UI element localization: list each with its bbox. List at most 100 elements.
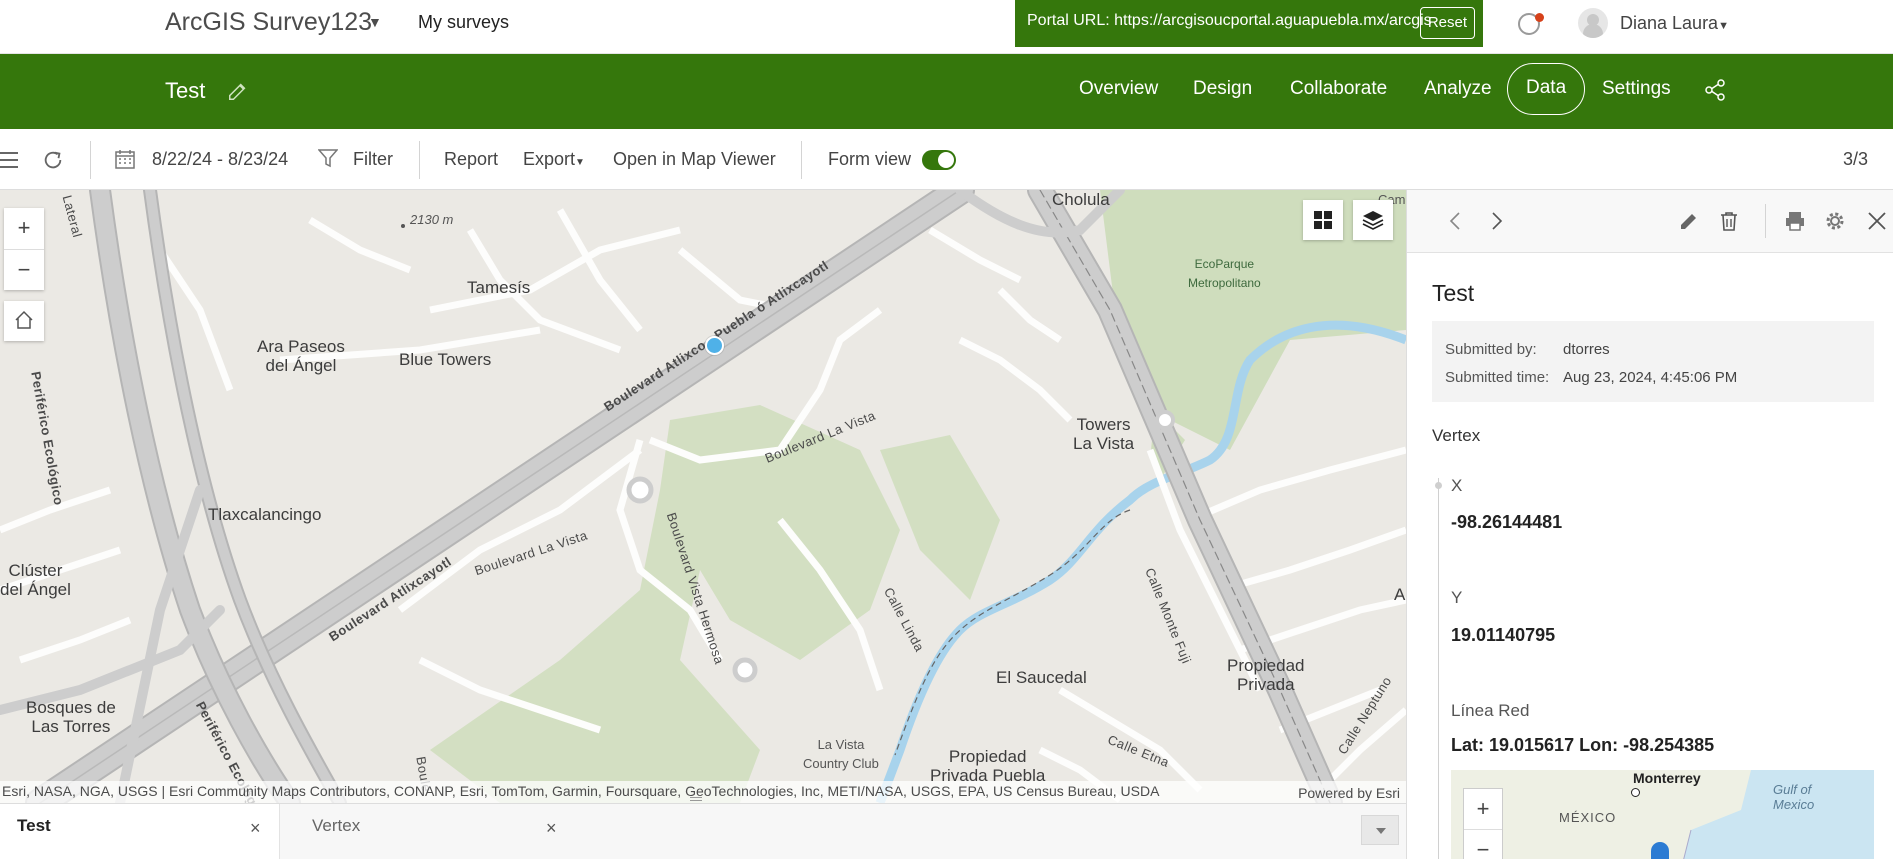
powered-by-esri[interactable]: Powered by Esri xyxy=(1298,785,1400,801)
open-map-viewer-button[interactable]: Open in Map Viewer xyxy=(613,149,776,170)
calendar-icon[interactable] xyxy=(115,149,135,169)
survey-point-marker[interactable] xyxy=(705,336,724,355)
export-caret-icon: ▼ xyxy=(575,157,585,168)
close-icon[interactable] xyxy=(1866,210,1888,232)
submitted-by-row: Submitted by: dtorres xyxy=(1445,341,1610,358)
map-label-propiedad-privada-puebla: Propiedad Privada Puebla xyxy=(930,747,1046,785)
filter-icon[interactable] xyxy=(318,148,338,168)
portal-url-text: Portal URL: https://arcgisoucportal.agua… xyxy=(1027,12,1432,29)
map-label-ara-paseos: Ara Paseos del Ángel xyxy=(257,337,345,375)
toolbar-divider xyxy=(419,141,420,179)
layer-tabs-bar: Test × Vertex × xyxy=(0,803,1406,859)
map-label-propiedad-privada: Propiedad Privada xyxy=(1227,656,1305,694)
toolbar-divider xyxy=(90,141,91,179)
tab-settings[interactable]: Settings xyxy=(1602,78,1671,100)
minimap-label-mexico: MÉXICO xyxy=(1559,810,1617,825)
submitted-time-row: Submitted time: Aug 23, 2024, 4:45:06 PM xyxy=(1445,369,1737,386)
filter-button[interactable]: Filter xyxy=(353,149,393,170)
gear-icon[interactable] xyxy=(1824,210,1846,232)
park-area xyxy=(880,435,1000,600)
field-linea-red-label: Línea Red xyxy=(1451,701,1530,720)
map-view[interactable]: Cholula 2130 m Tamesís Ara Paseos del Án… xyxy=(0,190,1406,803)
close-tab-vertex-icon[interactable]: × xyxy=(546,818,557,839)
tabs-menu-button[interactable] xyxy=(1361,815,1399,845)
menu-icon[interactable] xyxy=(0,151,20,169)
section-tree-dot xyxy=(1435,482,1442,489)
record-title: Test xyxy=(1432,280,1475,306)
map-label-tlaxcalancingo: Tlaxcalancingo xyxy=(208,505,322,524)
survey-header: Test Overview Design Collaborate Analyze… xyxy=(0,54,1893,129)
previous-record-icon[interactable] xyxy=(1445,210,1467,232)
tab-data[interactable]: Data xyxy=(1507,63,1586,115)
map-attribution: Esri, NASA, NGA, USGS | Esri Community M… xyxy=(0,781,1406,803)
my-surveys-link[interactable]: My surveys xyxy=(418,12,509,33)
record-panel-header xyxy=(1407,190,1893,253)
user-menu[interactable]: Diana Laura▼ xyxy=(1620,13,1729,34)
minimap-label-gulf: Gulf of Mexico xyxy=(1773,782,1815,812)
field-x-label: X xyxy=(1451,476,1463,495)
portal-url-banner: Portal URL: https://arcgisoucportal.agua… xyxy=(1015,0,1483,47)
map-zoom-control: + − xyxy=(4,208,44,290)
home-icon xyxy=(15,310,33,329)
map-label-elevation: 2130 m xyxy=(410,212,454,227)
map-label-a: A xyxy=(1394,585,1406,604)
map-label-la-vista-cc: La Vista Country Club xyxy=(803,737,879,771)
location-minimap[interactable]: Monterrey MÉXICO Gulf of Mexico + − xyxy=(1451,770,1874,859)
minimap-zoom-out-button[interactable]: − xyxy=(1464,829,1502,859)
edit-record-icon[interactable] xyxy=(1678,210,1700,232)
username: Diana Laura xyxy=(1620,13,1719,33)
record-panel: Test Submitted by: dtorres Submitted time… xyxy=(1406,190,1893,859)
tab-test-layer-label[interactable]: Test xyxy=(17,816,51,836)
field-x-value: -98.26144481 xyxy=(1451,512,1563,532)
panel-header-divider xyxy=(1765,204,1766,238)
home-button[interactable] xyxy=(4,301,44,341)
tab-analyze[interactable]: Analyze xyxy=(1424,78,1492,100)
section-tree-line xyxy=(1438,478,1439,859)
panel-resize-handle[interactable] xyxy=(690,797,702,801)
avatar[interactable] xyxy=(1578,8,1608,38)
next-record-icon[interactable] xyxy=(1485,210,1507,232)
share-icon[interactable] xyxy=(1703,78,1727,102)
edit-title-icon[interactable] xyxy=(227,80,249,102)
field-linea-red-value: Lat: 19.015617 Lon: -98.254385 xyxy=(1451,735,1715,755)
app-title[interactable]: ArcGIS Survey123 xyxy=(165,8,372,37)
export-button[interactable]: Export▼ xyxy=(523,149,585,170)
tab-design[interactable]: Design xyxy=(1193,78,1252,100)
map-label-el-saucedal: El Saucedal xyxy=(996,668,1087,687)
tab-vertex-layer-label[interactable]: Vertex xyxy=(312,816,360,836)
print-icon[interactable] xyxy=(1784,210,1806,232)
minimap-location-pin-icon xyxy=(1651,842,1669,859)
portal-reset-button[interactable]: Reset xyxy=(1419,7,1475,39)
layers-icon xyxy=(1362,211,1384,230)
app-switcher-caret-icon[interactable]: ▼ xyxy=(368,14,382,30)
map-label-towers-la-vista: Towers La Vista xyxy=(1073,415,1135,453)
map-label-cluster: Clúster del Ángel xyxy=(0,561,71,599)
report-button[interactable]: Report xyxy=(444,149,498,170)
zoom-in-button[interactable]: + xyxy=(4,208,44,249)
field-y-label: Y xyxy=(1451,588,1463,607)
map-label-blue-towers: Blue Towers xyxy=(399,350,492,369)
map-label-ecoparque: EcoParque Metropolitano xyxy=(1188,257,1261,290)
record-metadata: Submitted by: dtorres Submitted time: Aug … xyxy=(1432,321,1874,402)
refresh-icon[interactable] xyxy=(42,149,64,171)
delete-record-icon[interactable] xyxy=(1718,210,1740,232)
form-view-label: Form view xyxy=(828,149,912,169)
basemap-gallery-button[interactable] xyxy=(1303,200,1343,240)
minimap-zoom-in-button[interactable]: + xyxy=(1464,789,1502,829)
map-label-cholula: Cholula xyxy=(1052,190,1110,209)
date-range-button[interactable]: 8/22/24 - 8/23/24 xyxy=(152,149,288,170)
user-menu-caret-icon: ▼ xyxy=(1718,20,1729,32)
record-counter: 3/3 xyxy=(1842,149,1868,169)
submitted-time-label: Submitted time: xyxy=(1445,369,1550,386)
minimap-city-marker xyxy=(1631,788,1640,797)
tab-collaborate[interactable]: Collaborate xyxy=(1290,78,1387,100)
zoom-out-button[interactable]: − xyxy=(4,249,44,290)
toolbar-divider xyxy=(801,141,802,179)
close-tab-test-icon[interactable]: × xyxy=(250,818,261,839)
submitted-by-label: Submitted by: xyxy=(1445,341,1537,358)
form-view-toggle[interactable] xyxy=(922,150,956,170)
minimap-zoom-control: + − xyxy=(1463,788,1503,859)
data-toolbar: 8/22/24 - 8/23/24 Filter Report Export▼ … xyxy=(0,129,1893,190)
layers-button[interactable] xyxy=(1353,200,1393,240)
tab-overview[interactable]: Overview xyxy=(1079,78,1158,100)
